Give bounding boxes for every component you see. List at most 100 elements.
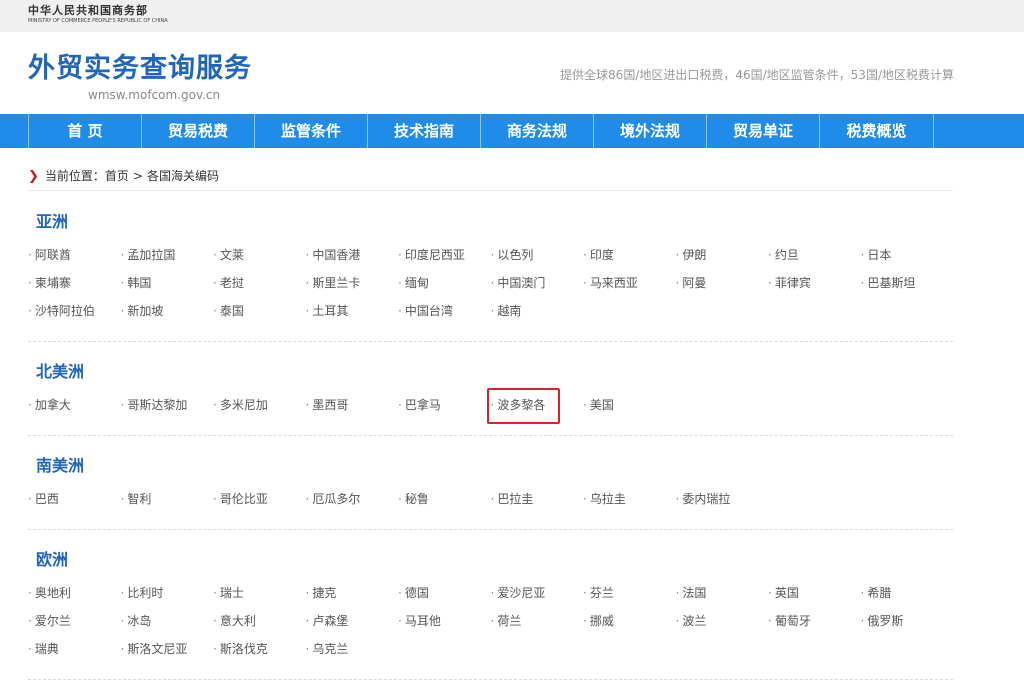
breadcrumb-home-link[interactable]: 首页	[105, 169, 129, 183]
country-link[interactable]: · 乌克兰	[306, 639, 399, 667]
bullet-icon: ·	[398, 304, 402, 318]
country-link[interactable]: · 菲律宾	[768, 273, 861, 301]
country-link[interactable]: · 越南	[491, 301, 584, 329]
country-link[interactable]: · 多米尼加	[213, 395, 306, 423]
country-link[interactable]: · 卢森堡	[306, 611, 399, 639]
ministry-logo[interactable]: 中华人民共和国商务部 MINISTRY OF COMMERCE PEOPLE'S…	[28, 4, 168, 24]
country-name: 法国	[682, 586, 707, 600]
nav-item-0[interactable]: 首 页	[29, 114, 142, 148]
country-link[interactable]: · 韩国	[121, 273, 214, 301]
nav-item-1[interactable]: 贸易税费	[142, 114, 255, 148]
country-link[interactable]: · 斯洛文尼亚	[121, 639, 214, 667]
country-link[interactable]: · 委内瑞拉	[676, 489, 769, 517]
country-link[interactable]: · 中国香港	[306, 245, 399, 273]
country-link[interactable]: · 瑞典	[28, 639, 121, 667]
nav-item-6[interactable]: 贸易单证	[707, 114, 820, 148]
country-link[interactable]: · 文莱	[213, 245, 306, 273]
country-name: 英国	[774, 586, 799, 600]
country-link[interactable]: · 厄瓜多尔	[306, 489, 399, 517]
country-link[interactable]: · 哥伦比亚	[213, 489, 306, 517]
nav-item-3[interactable]: 技术指南	[368, 114, 481, 148]
country-link[interactable]: · 波兰	[676, 611, 769, 639]
breadcrumb-current: 各国海关编码	[147, 169, 220, 183]
country-link[interactable]: · 冰岛	[121, 611, 214, 639]
country-link[interactable]: · 俄罗斯	[861, 611, 954, 639]
country-name: 老挝	[219, 276, 244, 290]
bullet-icon: ·	[305, 586, 310, 600]
country-link[interactable]: · 阿联酋	[28, 245, 121, 273]
bullet-icon: ·	[28, 398, 32, 412]
country-list: · 阿联酋 · 孟加拉国 · 文莱 · 中国香港 · 印度尼西亚 · 以色列 · 印度 · 伊朗 · 约旦 · 日本 ·…	[28, 245, 953, 329]
country-link[interactable]: · 葡萄牙	[768, 611, 861, 639]
nav-item-7[interactable]: 税费概览	[820, 114, 934, 148]
country-name: 多米尼加	[219, 398, 268, 412]
bullet-icon: ·	[583, 614, 587, 628]
country-link[interactable]: · 波多黎各	[486, 388, 584, 424]
bullet-icon: ·	[28, 492, 32, 506]
country-link[interactable]: · 斯洛伐克	[213, 639, 306, 667]
country-link[interactable]: · 美国	[583, 395, 676, 423]
country-link[interactable]: · 老挝	[213, 273, 306, 301]
site-title[interactable]: 外贸实务查询服务	[28, 52, 252, 86]
bullet-icon: ·	[213, 248, 217, 262]
country-link[interactable]: · 阿曼	[676, 273, 769, 301]
country-name: 土耳其	[312, 304, 349, 318]
country-link[interactable]: · 捷克	[306, 583, 399, 611]
country-link[interactable]: · 芬兰	[583, 583, 676, 611]
country-link[interactable]: · 孟加拉国	[121, 245, 214, 273]
country-link[interactable]: · 马耳他	[398, 611, 491, 639]
country-name: 沙特阿拉伯	[34, 304, 95, 318]
country-link[interactable]: · 爱尔兰	[28, 611, 121, 639]
country-link[interactable]: · 法国	[676, 583, 769, 611]
region-divider	[28, 529, 953, 530]
country-link[interactable]: · 中国台湾	[398, 301, 491, 329]
country-link[interactable]: · 新加坡	[121, 301, 214, 329]
country-link[interactable]: · 英国	[768, 583, 861, 611]
country-name: 挪威	[589, 614, 614, 628]
country-link[interactable]: · 印度尼西亚	[398, 245, 491, 273]
country-link[interactable]: · 哥斯达黎加	[121, 395, 214, 423]
country-link[interactable]: · 希腊	[861, 583, 954, 611]
country-link[interactable]: · 奥地利	[28, 583, 121, 611]
nav-item-2[interactable]: 监管条件	[255, 114, 368, 148]
country-name: 瑞士	[219, 586, 244, 600]
bullet-icon: ·	[398, 614, 402, 628]
country-link[interactable]: · 以色列	[491, 245, 584, 273]
country-link[interactable]: · 伊朗	[676, 245, 769, 273]
country-link[interactable]: · 巴拿马	[398, 395, 491, 423]
country-link[interactable]: · 巴拉圭	[491, 489, 584, 517]
country-name: 波兰	[682, 614, 707, 628]
country-link[interactable]: · 挪威	[583, 611, 676, 639]
nav-item-5[interactable]: 境外法规	[594, 114, 707, 148]
country-link[interactable]: · 巴西	[28, 489, 121, 517]
country-link[interactable]: · 德国	[398, 583, 491, 611]
country-name: 荷兰	[497, 614, 522, 628]
nav-item-4[interactable]: 商务法规	[481, 114, 594, 148]
country-link[interactable]: · 墨西哥	[306, 395, 399, 423]
country-link[interactable]: · 爱沙尼亚	[491, 583, 584, 611]
country-link[interactable]: · 土耳其	[306, 301, 399, 329]
country-link[interactable]: · 加拿大	[28, 395, 121, 423]
country-link[interactable]: · 乌拉圭	[583, 489, 676, 517]
country-link[interactable]: · 日本	[861, 245, 954, 273]
country-link[interactable]: · 印度	[583, 245, 676, 273]
country-link[interactable]: · 瑞士	[213, 583, 306, 611]
country-link[interactable]: · 约旦	[768, 245, 861, 273]
region-title: 南美洲	[36, 456, 85, 475]
country-link[interactable]: · 智利	[121, 489, 214, 517]
country-link[interactable]: · 巴基斯坦	[861, 273, 954, 301]
country-link[interactable]: · 秘鲁	[398, 489, 491, 517]
country-link[interactable]: · 荷兰	[491, 611, 584, 639]
country-link[interactable]: · 比利时	[121, 583, 214, 611]
country-link[interactable]: · 斯里兰卡	[306, 273, 399, 301]
country-link[interactable]: · 柬埔寨	[28, 273, 121, 301]
country-link[interactable]: · 泰国	[213, 301, 306, 329]
bullet-icon: ·	[768, 586, 772, 600]
country-name: 俄罗斯	[867, 614, 904, 628]
country-link[interactable]: · 马来西亚	[583, 273, 676, 301]
country-link[interactable]: · 意大利	[213, 611, 306, 639]
country-link[interactable]: · 沙特阿拉伯	[28, 301, 121, 329]
country-link[interactable]: · 缅甸	[398, 273, 491, 301]
country-link[interactable]: · 中国澳门	[491, 273, 584, 301]
country-name: 德国	[404, 586, 429, 600]
